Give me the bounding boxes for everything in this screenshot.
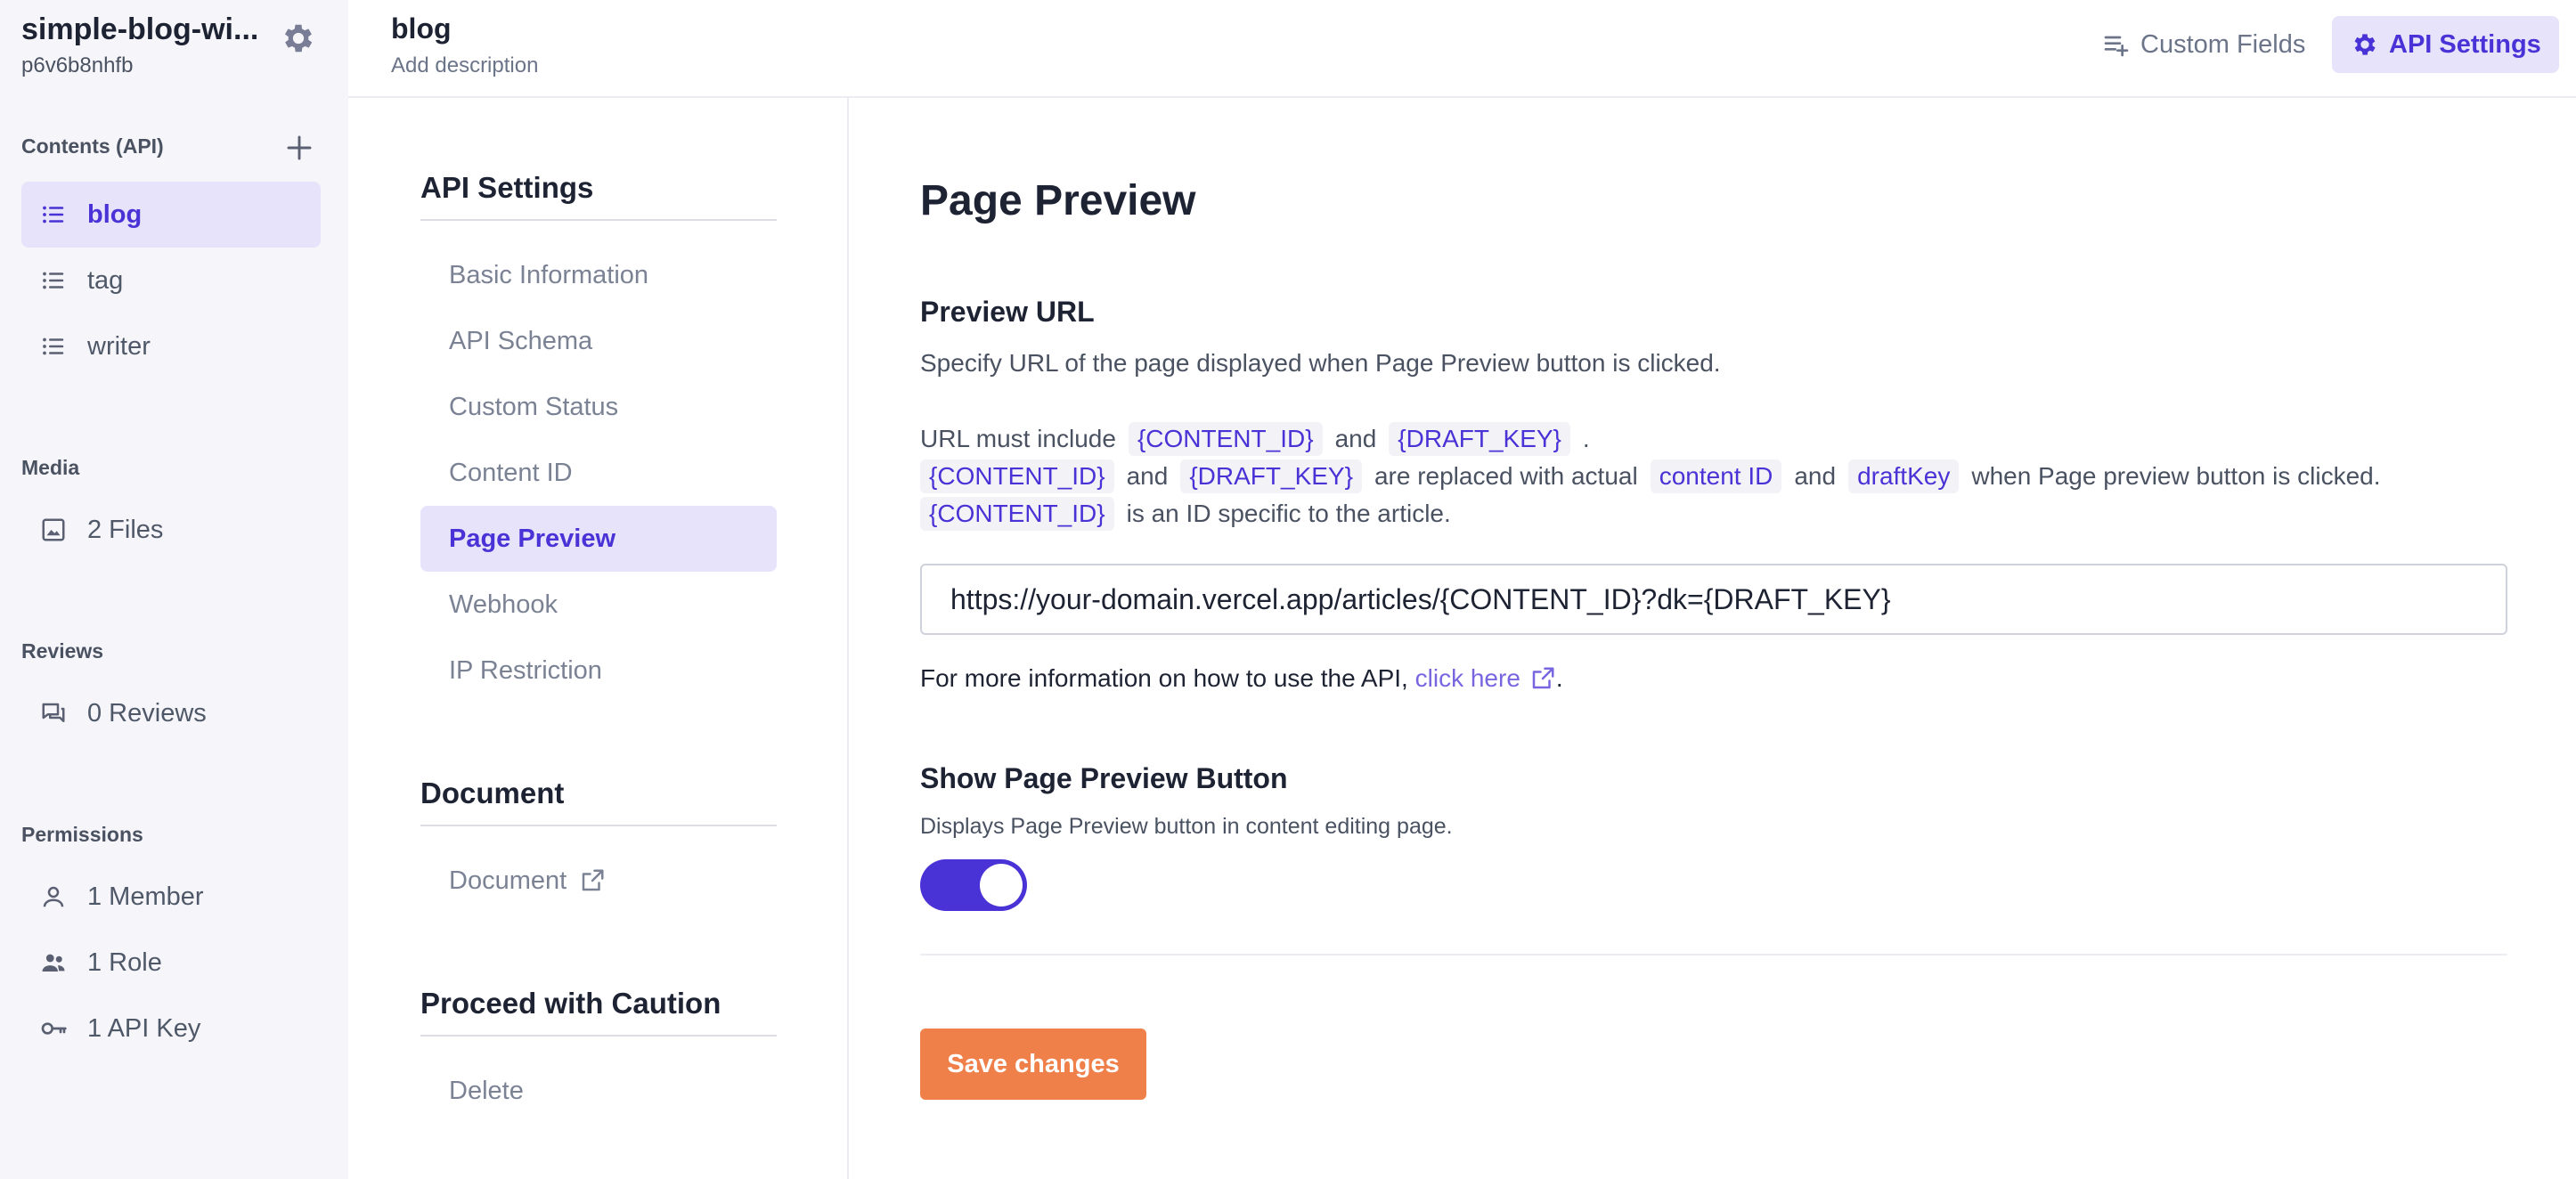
sidebar-item-members[interactable]: 1 Member (21, 864, 321, 930)
show-button-heading: Show Page Preview Button (920, 762, 1288, 794)
code-tag: {CONTENT_ID} (920, 459, 1114, 493)
text: is an ID specific to the article. (1126, 500, 1451, 527)
toggle-knob (980, 864, 1023, 907)
nav-item-api-schema[interactable]: API Schema (420, 308, 777, 374)
divider (920, 954, 2507, 955)
text: and (1126, 462, 1169, 490)
url-requirement-line: URL must include {CONTENT_ID} and {DRAFT… (920, 422, 1590, 456)
nav-item-page-preview[interactable]: Page Preview (420, 506, 777, 572)
users-icon (37, 947, 69, 979)
nav-item-custom-status[interactable]: Custom Status (420, 374, 777, 440)
sidebar-item-label: 1 API Key (87, 1013, 201, 1043)
sidebar-item-reviews[interactable]: 0 Reviews (21, 680, 321, 746)
nav-item-basic-information[interactable]: Basic Information (420, 242, 777, 308)
show-preview-toggle[interactable] (920, 859, 1027, 911)
list-icon (37, 264, 69, 297)
code-tag: {DRAFT_KEY} (1389, 422, 1570, 456)
api-title: blog (391, 12, 452, 45)
content-id-line: {CONTENT_ID} is an ID specific to the ar… (920, 497, 1451, 531)
text: . (1582, 425, 1590, 452)
nav-item-document[interactable]: Document (420, 848, 777, 914)
api-settings-button[interactable]: API Settings (2332, 16, 2559, 73)
sidebar-item-label: blog (87, 199, 143, 229)
key-icon (37, 1012, 69, 1045)
sidebar: simple-blog-wi... p6v6b8nhfb Contents (A… (0, 0, 348, 1179)
list-icon (37, 330, 69, 362)
nav-item-delete[interactable]: Delete (420, 1058, 777, 1124)
code-tag: draftKey (1848, 459, 1960, 493)
settings-nav: API Settings Basic Information API Schem… (348, 98, 849, 1179)
text: when Page preview button is clicked. (1971, 462, 2381, 490)
preview-url-input[interactable] (920, 564, 2507, 635)
permissions-section-label: Permissions (21, 823, 143, 846)
text: . (1555, 664, 1563, 692)
preview-url-description: Specify URL of the page displayed when P… (920, 349, 1721, 377)
show-button-description: Displays Page Preview button in content … (920, 814, 1453, 839)
text: are replaced with actual (1374, 462, 1638, 490)
sidebar-item-roles[interactable]: 1 Role (21, 930, 321, 996)
nav-item-webhook[interactable]: Webhook (420, 572, 777, 638)
service-name[interactable]: simple-blog-wi... (21, 12, 262, 47)
app-root: simple-blog-wi... p6v6b8nhfb Contents (A… (0, 0, 2576, 1179)
code-tag: content ID (1650, 459, 1782, 493)
text: and (1334, 425, 1377, 452)
page-title: Page Preview (920, 177, 1196, 224)
page-preview-panel: Page Preview Preview URL Specify URL of … (851, 98, 2576, 1179)
text: and (1794, 462, 1837, 490)
url-replacement-line: {CONTENT_ID} and {DRAFT_KEY} are replace… (920, 459, 2381, 493)
nav-item-content-id[interactable]: Content ID (420, 440, 777, 506)
code-tag: {CONTENT_ID} (1128, 422, 1323, 456)
api-settings-label: API Settings (2389, 29, 2541, 59)
gear-icon (2350, 29, 2380, 60)
image-icon (37, 514, 69, 546)
text: For more information on how to use the A… (920, 664, 1408, 692)
reviews-section-label: Reviews (21, 639, 104, 663)
sidebar-item-label: writer (87, 331, 151, 361)
external-link-icon (577, 866, 607, 896)
preview-url-heading: Preview URL (920, 296, 1095, 328)
custom-fields-button[interactable]: Custom Fields (2083, 16, 2323, 73)
review-chat-icon (37, 697, 69, 729)
text: URL must include (920, 425, 1116, 452)
contents-section-label: Contents (API) (21, 134, 164, 158)
sidebar-item-api-keys[interactable]: 1 API Key (21, 996, 321, 1061)
code-tag: {CONTENT_ID} (920, 497, 1114, 531)
api-settings-heading: API Settings (420, 171, 777, 221)
save-changes-button[interactable]: Save changes (920, 1029, 1146, 1100)
custom-fields-label: Custom Fields (2140, 29, 2306, 59)
click-here-link[interactable]: click here (1415, 664, 1556, 693)
nav-item-ip-restriction[interactable]: IP Restriction (420, 638, 777, 703)
nav-item-label: Document (449, 866, 567, 895)
more-info-line: For more information on how to use the A… (920, 664, 1563, 693)
api-header: blog Add description Custom Fields API S… (348, 0, 2576, 98)
sidebar-item-label: 0 Reviews (87, 698, 207, 728)
add-description-link[interactable]: Add description (391, 53, 538, 78)
sidebar-item-tag[interactable]: tag (21, 248, 321, 313)
media-section-label: Media (21, 456, 80, 479)
sidebar-item-label: tag (87, 265, 124, 295)
external-link-icon (1529, 665, 1556, 692)
sidebar-item-media[interactable]: 2 Files (21, 497, 321, 563)
sidebar-item-label: 1 Role (87, 947, 162, 977)
sidebar-item-label: 1 Member (87, 882, 204, 911)
sidebar-item-blog[interactable]: blog (21, 182, 321, 248)
sidebar-item-label: 2 Files (87, 515, 164, 544)
add-api-plus-icon[interactable] (281, 130, 317, 166)
service-id: p6v6b8nhfb (21, 53, 134, 77)
caution-heading: Proceed with Caution (420, 987, 777, 1037)
service-settings-gear-icon[interactable] (278, 18, 319, 59)
document-heading: Document (420, 777, 777, 826)
playlist-add-icon (2101, 29, 2132, 60)
user-icon (37, 881, 69, 913)
sidebar-item-writer[interactable]: writer (21, 313, 321, 379)
code-tag: {DRAFT_KEY} (1180, 459, 1362, 493)
list-icon (37, 199, 69, 231)
link-label: click here (1414, 664, 1520, 692)
